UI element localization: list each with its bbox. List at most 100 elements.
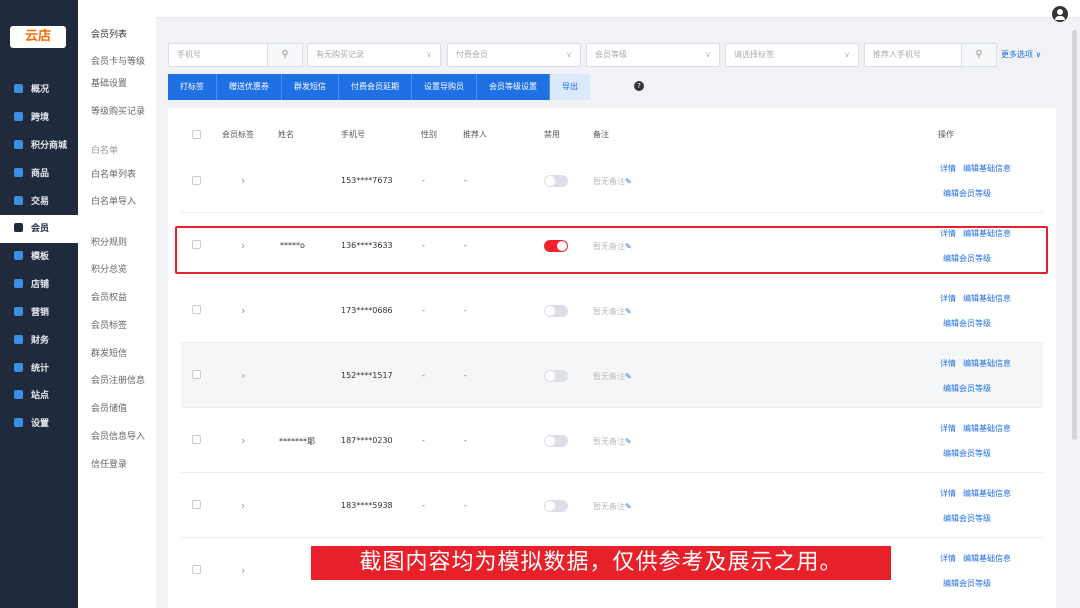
sidebar-item-settings[interactable]: 设置 bbox=[0, 410, 78, 438]
subnav-member-list[interactable]: 会员列表 bbox=[91, 27, 127, 40]
row-checkbox[interactable] bbox=[192, 435, 201, 444]
subnav-bulk-sms[interactable]: 群发短信 bbox=[91, 346, 127, 359]
edit-member-level-link[interactable]: 编辑会员等级 bbox=[943, 383, 991, 394]
sidebar-item-overview[interactable]: 概况 bbox=[0, 76, 78, 104]
detail-link[interactable]: 详情 bbox=[940, 488, 956, 499]
edit-pencil-icon[interactable]: ✎ bbox=[625, 177, 632, 186]
disable-toggle[interactable] bbox=[544, 370, 568, 382]
expand-chevron-icon[interactable]: › bbox=[241, 434, 245, 447]
edit-basic-info-link[interactable]: 编辑基础信息 bbox=[963, 293, 1011, 304]
subnav-stored-value[interactable]: 会员储值 bbox=[91, 401, 127, 414]
sidebar-item-marketing[interactable]: 营销 bbox=[0, 299, 78, 327]
sidebar-item-members[interactable]: 会员 bbox=[0, 215, 78, 243]
expand-chevron-icon[interactable]: › bbox=[241, 564, 245, 577]
send-coupon-button[interactable]: 赠送优惠券 bbox=[217, 74, 282, 100]
paid-member-extend-button[interactable]: 付费会员延期 bbox=[339, 74, 412, 100]
bulk-sms-button[interactable]: 群发短信 bbox=[282, 74, 339, 100]
sidebar-item-products[interactable]: 商品 bbox=[0, 160, 78, 188]
subnav-trusted-login[interactable]: 信任登录 bbox=[91, 457, 127, 470]
subnav-member-benefits[interactable]: 会员权益 bbox=[91, 290, 127, 303]
expand-chevron-icon[interactable]: › bbox=[241, 369, 245, 382]
edit-basic-info-link[interactable]: 编辑基础信息 bbox=[963, 423, 1011, 434]
detail-link[interactable]: 详情 bbox=[940, 293, 956, 304]
edit-basic-info-link[interactable]: 编辑基础信息 bbox=[963, 163, 1011, 174]
row-checkbox[interactable] bbox=[192, 176, 201, 185]
expand-chevron-icon[interactable]: › bbox=[241, 174, 245, 187]
select-all-checkbox[interactable] bbox=[192, 130, 201, 139]
subnav-card-level[interactable]: 会员卡与等级 bbox=[91, 54, 145, 67]
row-checkbox[interactable] bbox=[192, 305, 201, 314]
detail-link[interactable]: 详情 bbox=[940, 423, 956, 434]
edit-basic-info-link[interactable]: 编辑基础信息 bbox=[963, 488, 1011, 499]
disable-toggle[interactable] bbox=[544, 240, 568, 252]
edit-pencil-icon[interactable]: ✎ bbox=[625, 502, 632, 511]
set-guide-button[interactable]: 设置导购员 bbox=[412, 74, 477, 100]
expand-chevron-icon[interactable]: › bbox=[241, 239, 245, 252]
sidebar-item-store[interactable]: 店铺 bbox=[0, 271, 78, 299]
edit-member-level-link[interactable]: 编辑会员等级 bbox=[943, 448, 991, 459]
brand-logo[interactable]: 云店 bbox=[10, 26, 66, 48]
subnav-basic-settings[interactable]: 基础设置 bbox=[91, 76, 127, 89]
subnav-level-purchase[interactable]: 等级购买记录 bbox=[91, 104, 145, 117]
edit-pencil-icon[interactable]: ✎ bbox=[625, 242, 632, 251]
subnav-whitelist-import[interactable]: 白名单导入 bbox=[91, 194, 136, 207]
sidebar-item-sites[interactable]: 站点 bbox=[0, 382, 78, 410]
subnav-points-rules[interactable]: 积分规则 bbox=[91, 235, 127, 248]
help-icon[interactable]: ? bbox=[634, 81, 644, 91]
edit-basic-info-link[interactable]: 编辑基础信息 bbox=[963, 228, 1011, 239]
edit-pencil-icon[interactable]: ✎ bbox=[625, 307, 632, 316]
sidebar-item-finance[interactable]: 财务 bbox=[0, 327, 78, 355]
sidebar-item-stats[interactable]: 统计 bbox=[0, 355, 78, 383]
page-scrollbar[interactable] bbox=[1072, 30, 1077, 440]
row-referrer: - bbox=[464, 501, 467, 510]
sidebar-item-points-mall[interactable]: 积分商城 bbox=[0, 132, 78, 160]
phone-search-button[interactable]: ⚲ bbox=[267, 43, 303, 67]
row-checkbox[interactable] bbox=[192, 500, 201, 509]
remark-text: 暂无备注 bbox=[593, 242, 625, 251]
edit-pencil-icon[interactable]: ✎ bbox=[625, 372, 632, 381]
edit-member-level-link[interactable]: 编辑会员等级 bbox=[943, 578, 991, 589]
export-button[interactable]: 导出 bbox=[550, 74, 590, 100]
more-options-link[interactable]: 更多选项 ∨ bbox=[1001, 49, 1041, 60]
disable-toggle[interactable] bbox=[544, 305, 568, 317]
edit-basic-info-link[interactable]: 编辑基础信息 bbox=[963, 553, 1011, 564]
member-level-select[interactable]: 会员等级 ∨ bbox=[586, 43, 720, 67]
purchase-record-select[interactable]: 有无购买记录 ∨ bbox=[307, 43, 441, 67]
row-remark: 暂无备注✎ bbox=[593, 436, 632, 447]
logo-text: 云店 bbox=[24, 29, 51, 44]
edit-member-level-link[interactable]: 编辑会员等级 bbox=[943, 253, 991, 264]
subnav-points-overview[interactable]: 积分总览 bbox=[91, 262, 127, 275]
disable-toggle[interactable] bbox=[544, 500, 568, 512]
edit-member-level-link[interactable]: 编辑会员等级 bbox=[943, 513, 991, 524]
edit-member-level-link[interactable]: 编辑会员等级 bbox=[943, 188, 991, 199]
tag-select[interactable]: 请选择标签 ∨ bbox=[725, 43, 859, 67]
expand-chevron-icon[interactable]: › bbox=[241, 304, 245, 317]
row-checkbox[interactable] bbox=[192, 240, 201, 249]
detail-link[interactable]: 详情 bbox=[940, 228, 956, 239]
disable-toggle[interactable] bbox=[544, 435, 568, 447]
user-account-icon[interactable] bbox=[1052, 6, 1068, 22]
paid-member-select[interactable]: 付费会员 ∨ bbox=[447, 43, 581, 67]
level-settings-button[interactable]: 会员等级设置 bbox=[477, 74, 550, 100]
row-checkbox[interactable] bbox=[192, 565, 201, 574]
detail-link[interactable]: 详情 bbox=[940, 163, 956, 174]
tag-button[interactable]: 打标签 bbox=[168, 74, 217, 100]
disable-toggle[interactable] bbox=[544, 175, 568, 187]
edit-member-level-link[interactable]: 编辑会员等级 bbox=[943, 318, 991, 329]
edit-pencil-icon[interactable]: ✎ bbox=[625, 437, 632, 446]
expand-chevron-icon[interactable]: › bbox=[241, 499, 245, 512]
sidebar-item-templates[interactable]: 模板 bbox=[0, 243, 78, 271]
referrer-search-button[interactable]: ⚲ bbox=[961, 43, 997, 67]
subnav-register-info[interactable]: 会员注册信息 bbox=[91, 373, 145, 386]
phone-input[interactable]: 手机号 bbox=[168, 43, 268, 67]
edit-basic-info-link[interactable]: 编辑基础信息 bbox=[963, 358, 1011, 369]
row-checkbox[interactable] bbox=[192, 370, 201, 379]
sidebar-item-crossborder[interactable]: 跨境 bbox=[0, 104, 78, 132]
subnav-info-import[interactable]: 会员信息导入 bbox=[91, 429, 145, 442]
detail-link[interactable]: 详情 bbox=[940, 553, 956, 564]
subnav-member-tags[interactable]: 会员标签 bbox=[91, 318, 127, 331]
detail-link[interactable]: 详情 bbox=[940, 358, 956, 369]
sidebar-item-trade[interactable]: 交易 bbox=[0, 188, 78, 216]
referrer-phone-input[interactable]: 推荐人手机号 bbox=[864, 43, 962, 67]
subnav-whitelist-list[interactable]: 白名单列表 bbox=[91, 167, 136, 180]
